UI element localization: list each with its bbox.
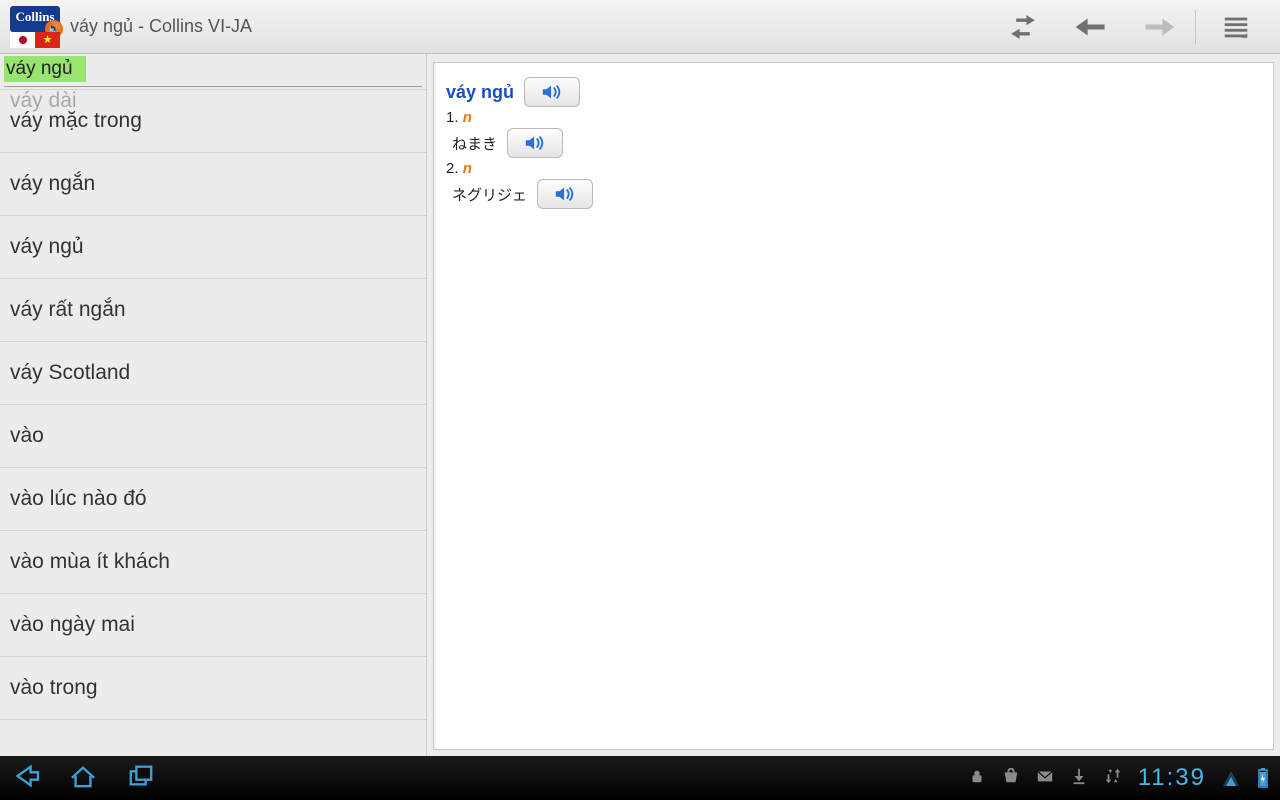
- list-item[interactable]: vào ngày mai: [0, 594, 426, 657]
- sense-line: 1. n: [446, 109, 1261, 126]
- arrow-left-icon: [1074, 12, 1108, 42]
- system-recents-button[interactable]: [126, 763, 156, 794]
- list-item[interactable]: vào lúc nào đó: [0, 468, 426, 531]
- nav-back-button[interactable]: [1067, 7, 1115, 47]
- list-item[interactable]: váy rất ngắn: [0, 279, 426, 342]
- home-icon: [68, 763, 98, 789]
- translation-text: ネグリジェ: [452, 184, 527, 205]
- header-separator: [1195, 10, 1196, 44]
- arrow-right-icon: [1142, 12, 1176, 42]
- sense-number: 2.: [446, 160, 459, 177]
- system-nav-bar: 11:39: [0, 756, 1280, 800]
- status-wifi-icon: [1222, 768, 1240, 788]
- play-translation-audio-button[interactable]: [507, 128, 563, 158]
- swap-languages-button[interactable]: [999, 7, 1047, 47]
- list-item[interactable]: váy ngủ: [0, 216, 426, 279]
- search-row: [0, 54, 426, 86]
- status-download-icon: [1070, 767, 1088, 790]
- status-clock[interactable]: 11:39: [1138, 764, 1206, 792]
- app-title: váy ngủ - Collins VI-JA: [70, 16, 252, 37]
- speaker-icon: [524, 133, 546, 153]
- app-header: Collins 🔊 váy ngủ - Collins VI-JA: [0, 0, 1280, 54]
- recents-icon: [126, 763, 156, 789]
- list-item[interactable]: váy ngắn: [0, 153, 426, 216]
- status-battery-icon: [1256, 767, 1270, 789]
- menu-button[interactable]: [1212, 7, 1260, 47]
- part-of-speech: n: [463, 109, 472, 126]
- translation-text: ねまき: [452, 133, 497, 154]
- status-sync-icon: [1104, 767, 1122, 790]
- menu-icon: [1219, 12, 1253, 42]
- list-item[interactable]: váy Scotland: [0, 342, 426, 405]
- sense-number: 1.: [446, 109, 459, 126]
- speaker-icon: [554, 184, 576, 204]
- list-item[interactable]: vào: [0, 405, 426, 468]
- flag-jp-icon: [10, 32, 35, 48]
- status-market-icon: [1002, 767, 1020, 790]
- content-area: váy dài váy mặc trong váy ngắn váy ngủ v…: [0, 54, 1280, 756]
- list-item[interactable]: vào mùa ít khách: [0, 531, 426, 594]
- app-logo[interactable]: Collins 🔊: [10, 6, 60, 48]
- flag-vn-icon: [35, 32, 60, 48]
- left-pane: váy dài váy mặc trong váy ngắn váy ngủ v…: [0, 54, 427, 756]
- definition-pane: váy ngủ 1. n ねまき: [433, 62, 1274, 750]
- system-home-button[interactable]: [68, 763, 98, 794]
- app-logo-flags: [10, 32, 60, 48]
- status-android-icon: [968, 767, 986, 790]
- system-back-button[interactable]: [10, 763, 40, 794]
- swap-arrows-icon: [1006, 12, 1040, 42]
- speaker-icon: [541, 82, 563, 102]
- sense-line: 2. n: [446, 160, 1261, 177]
- play-headword-audio-button[interactable]: [524, 77, 580, 107]
- word-list[interactable]: váy dài váy mặc trong váy ngắn váy ngủ v…: [0, 87, 426, 756]
- play-translation-audio-button[interactable]: [537, 179, 593, 209]
- status-mail-icon: [1036, 767, 1054, 790]
- nav-forward-button: [1135, 7, 1183, 47]
- search-input[interactable]: [4, 56, 86, 82]
- list-item[interactable]: vào trong: [0, 657, 426, 720]
- back-chevron-icon: [10, 763, 40, 789]
- headword: váy ngủ: [446, 82, 514, 103]
- part-of-speech: n: [463, 160, 472, 177]
